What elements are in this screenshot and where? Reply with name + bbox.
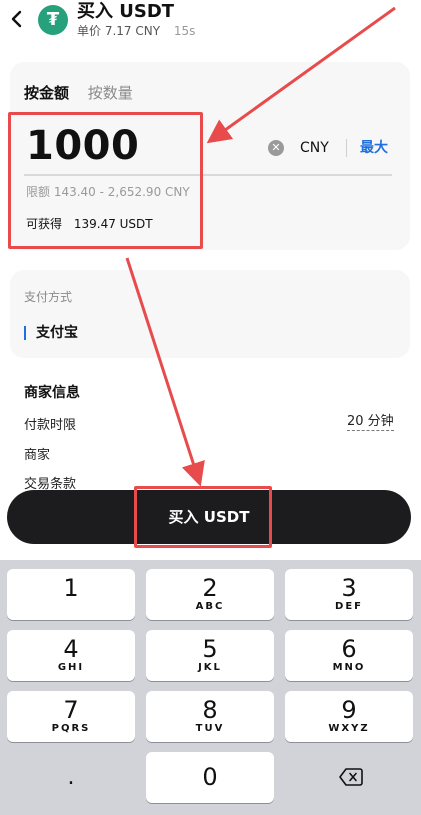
annotation-arrow-1 (206, 6, 396, 144)
annotation-arrows (125, 6, 396, 487)
annotation-arrow-2 (125, 257, 205, 487)
